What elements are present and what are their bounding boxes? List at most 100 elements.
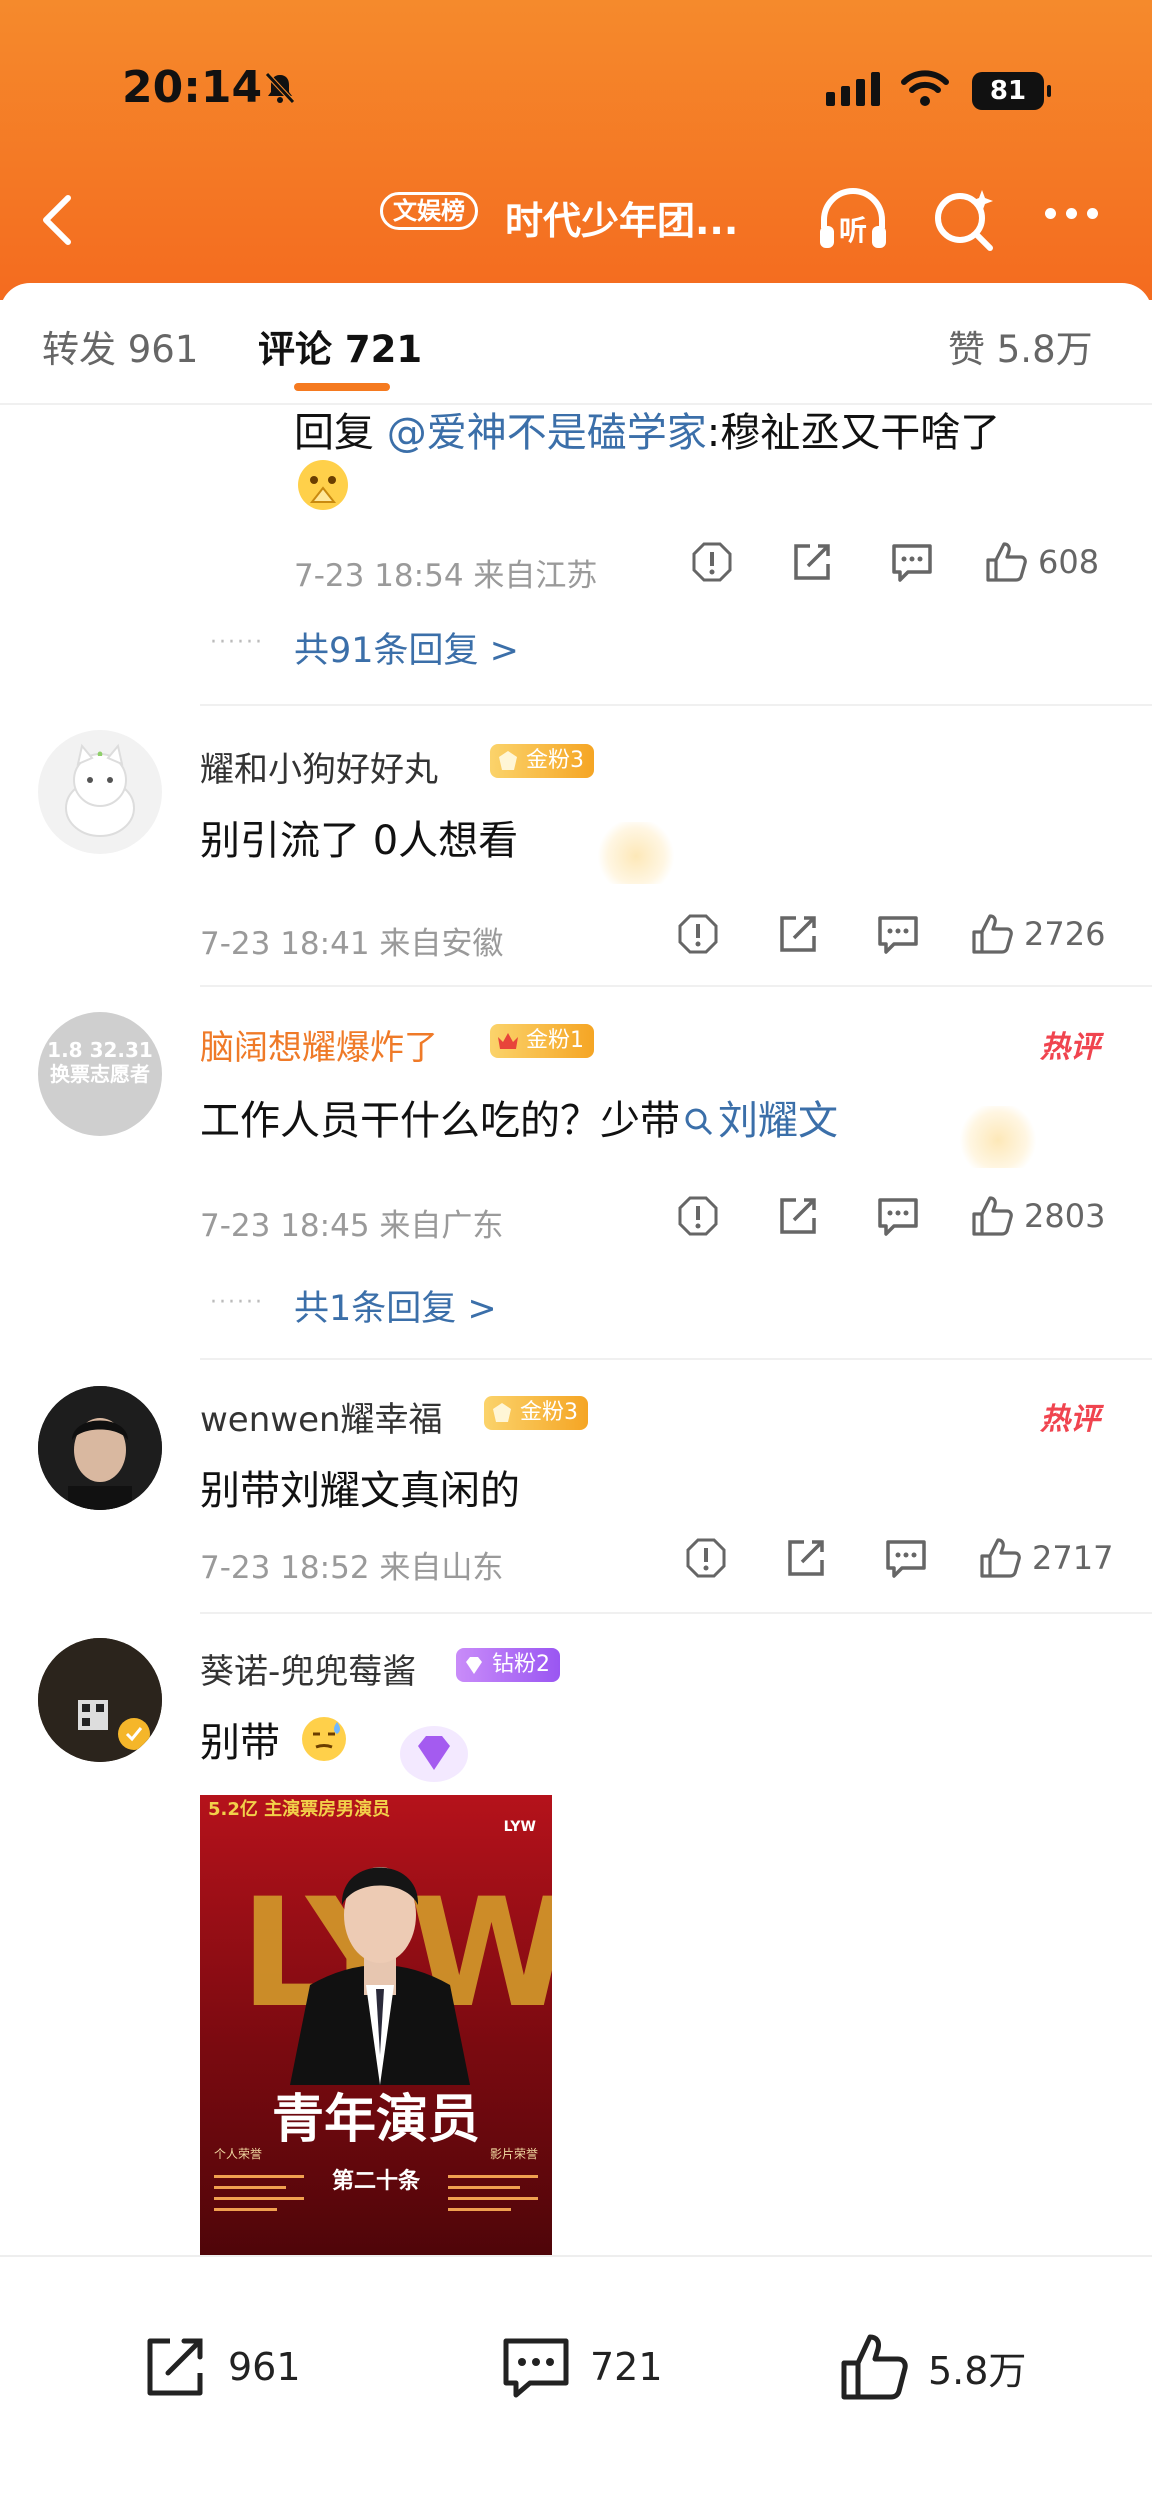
comment-text: 别带刘耀文真闲的 [200,1468,520,1514]
gold-fan-icon [499,751,517,770]
comment-icon[interactable] [890,540,934,584]
view-replies-link[interactable]: 共1条回复 > [294,1280,497,1331]
username[interactable]: wenwen耀幸福 [200,1392,443,1441]
report-icon[interactable] [676,1194,720,1238]
poster-corner: LYW [503,1819,536,1835]
avatar[interactable] [38,1386,162,1510]
tab-bar: 转发 961 评论 721 赞 5.8万 [0,283,1152,405]
report-icon[interactable] [676,912,720,956]
app-header: 20:14 81 文娱榜 时代少年团... 听 [0,0,1152,300]
view-replies-link[interactable]: 共91条回复 > [294,622,519,673]
like-button[interactable]: 608 [984,540,1099,584]
page-title: 时代少年团... [505,199,739,243]
fan-level-badge: 金粉3 [490,744,594,778]
comment-meta: 7-23 18:41 来自安徽 [200,926,504,962]
poster-top-label: 5.2亿 主演票房男演员 [208,1799,391,1820]
praying-emoji-icon [298,460,348,510]
attached-poster-image[interactable]: 5.2亿 主演票房男演员 LYW LYW 青年演员 个人荣誉 影片荣誉 第二十条 [200,1795,552,2255]
reply-dots: ······ [210,630,264,655]
comment-text: 别带 [200,1710,349,1768]
like-button[interactable]: 5.8万 [838,2331,1026,2403]
content-card [0,283,1152,2505]
nav-bar: 文娱榜 时代少年团... 听 [0,170,1152,270]
like-count: 2726 [1024,915,1106,953]
divider [200,985,1152,987]
thumbs-up-icon [986,542,1027,582]
like-count: 608 [1038,543,1100,581]
like-count: 5.8万 [928,2348,1027,2393]
search-link[interactable]: 刘耀文 [680,1098,838,1144]
diamond-fan-sticker-icon [400,1726,468,1782]
like-button[interactable]: 2803 [970,1194,1105,1238]
fan-level-badge: 钻粉2 [456,1648,560,1682]
like-button[interactable]: 2717 [978,1536,1113,1580]
comment-text: 别引流了 0人想看 [200,818,519,864]
comment-button[interactable]: 721 [500,2331,663,2403]
avatar[interactable]: 1.8 32.31 换票志愿者 [38,1012,162,1136]
poster-headline: 青年演员 [271,2089,480,2150]
thumbs-up-icon [841,2334,908,2400]
back-arrow-icon[interactable] [30,190,90,250]
username[interactable]: 耀和小狗好好丸 [200,742,438,791]
search-icon[interactable] [930,184,1000,254]
active-tab-indicator [294,383,390,391]
avatar-text: 1.8 32.31 换票志愿者 [47,1038,153,1086]
thumbs-up-icon [972,914,1013,954]
share-icon[interactable] [776,1194,820,1238]
hot-comment-badge: 热评 [1040,1030,1100,1065]
diamond-icon [466,1657,482,1674]
comment-count: 721 [590,2345,663,2389]
like-button[interactable]: 2726 [970,912,1105,956]
thumbs-up-icon [972,1196,1013,1236]
more-menu-icon[interactable] [1045,208,1098,219]
crown-icon [498,1033,518,1049]
sweat-smile-emoji-icon [301,1717,346,1761]
report-icon[interactable] [690,540,734,584]
like-count: 2803 [1024,1197,1106,1235]
comment-actions: 2717 [684,1536,1113,1580]
comment-icon[interactable] [876,1194,920,1238]
tab-likes[interactable]: 赞 5.8万 [948,319,1093,373]
listen-icon[interactable]: 听 [812,180,894,262]
avatar[interactable] [38,1638,162,1762]
reply-dots: ······ [210,1290,264,1315]
cat-avatar-image [65,743,135,837]
comment-icon[interactable] [876,912,920,956]
fan-level-badge: 金粉3 [484,1396,588,1430]
gold-fan-sticker-icon [960,1106,1036,1168]
comment-actions: 608 [690,540,1099,584]
share-icon[interactable] [784,1536,828,1580]
cellular-signal-icon [826,72,880,106]
username[interactable]: 葵诺-兜兜莓酱 [200,1644,416,1693]
fan-level-badge: 金粉1 [490,1024,594,1058]
poster-list-left [214,2167,304,2219]
comment-icon[interactable] [884,1536,928,1580]
avatar[interactable] [38,730,162,854]
portrait-avatar-image [38,1386,162,1510]
bell-mute-icon [265,72,295,104]
report-icon[interactable] [684,1536,728,1580]
share-icon[interactable] [776,912,820,956]
status-time: 20:14 [122,62,263,113]
gold-fan-icon [493,1403,511,1422]
divider [200,1612,1152,1614]
divider [200,704,1152,706]
tab-comments[interactable]: 评论 721 [258,319,422,373]
share-icon[interactable] [790,540,834,584]
tab-reposts[interactable]: 转发 961 [42,319,198,373]
repost-button[interactable]: 961 [138,2331,301,2403]
battery-indicator: 81 [972,72,1051,110]
svg-text:听: 听 [839,214,867,247]
comment-meta: 7-23 18:54 来自江苏 [294,558,598,594]
comment-icon [503,2338,569,2398]
username[interactable]: 脑阔想耀爆炸了 [200,1020,438,1069]
rank-badge[interactable]: 文娱榜 [380,192,478,230]
comment-meta: 7-23 18:45 来自广东 [200,1208,504,1244]
poster-right-col: 影片荣誉 [489,2147,538,2161]
search-icon [685,1108,713,1136]
wifi-icon [901,70,949,106]
bottom-action-bar: 961 721 5.8万 [0,2255,1152,2505]
mention-link[interactable]: @爱神不是磕学家 [387,410,707,456]
poster-left-col: 个人荣誉 [214,2147,263,2161]
group-avatar-image [38,1638,162,1762]
